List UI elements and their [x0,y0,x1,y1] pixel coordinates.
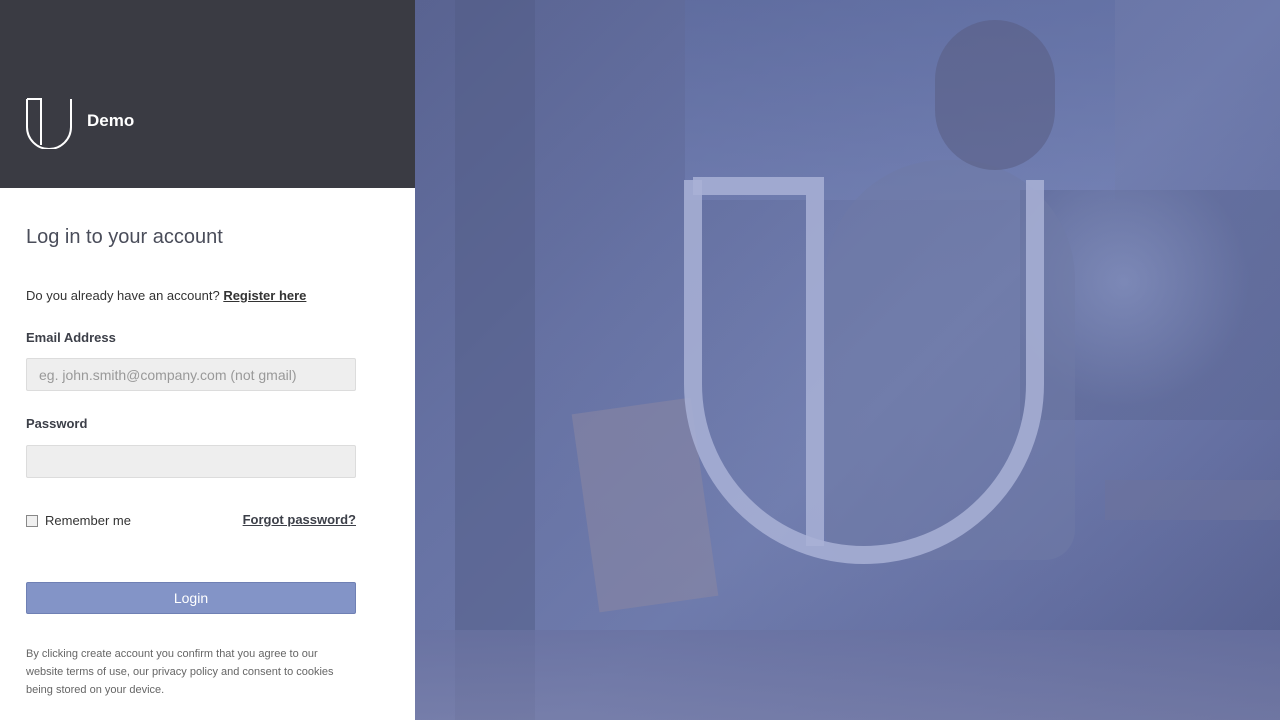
login-panel: Demo Log in to your account Do you alrea… [0,0,415,720]
legal-text: By clicking create account you confirm t… [26,648,334,696]
register-prompt-text: Do you already have an account? [26,288,220,303]
email-field[interactable] [26,358,356,391]
brand-header: Demo [0,0,415,188]
background-person-head [935,20,1055,170]
background-table [1105,480,1280,520]
remember-checkbox[interactable] [26,514,38,527]
page-title: Log in to your account [26,226,223,248]
register-link[interactable]: Register here [223,288,306,303]
brand-name: Demo [87,111,135,130]
register-prompt: Do you already have an account? Register… [26,288,306,303]
remember-me[interactable]: Remember me [26,513,131,528]
login-button[interactable]: Login [26,582,356,614]
password-field[interactable] [26,445,356,478]
u-logo-icon [26,98,72,149]
password-label: Password [26,416,88,431]
background-floor [415,630,1280,720]
remember-label: Remember me [45,513,131,528]
background-pillar [455,0,535,720]
hero-image [415,0,1280,720]
forgot-password-link[interactable]: Forgot password? [243,512,356,527]
u-logo-icon [684,177,1044,564]
email-label: Email Address [26,330,116,345]
